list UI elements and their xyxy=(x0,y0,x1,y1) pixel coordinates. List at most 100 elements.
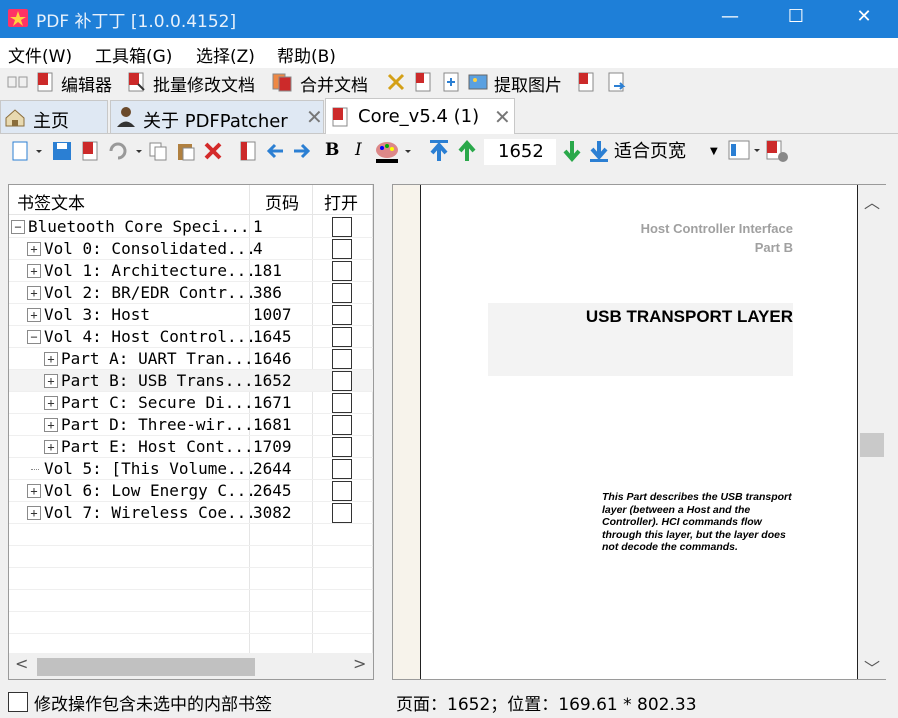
scroll-up-icon[interactable]: ︿ xyxy=(864,189,880,213)
pdf-editor-icon[interactable] xyxy=(35,72,55,92)
horizontal-scrollbar[interactable]: < > xyxy=(9,653,373,679)
bookmark-pdf-icon[interactable] xyxy=(238,141,258,161)
bookmark-page[interactable]: 181 xyxy=(253,261,282,280)
bookmark-row[interactable]: + Part A: UART Tran... 1646 xyxy=(9,348,373,370)
open-checkbox[interactable] xyxy=(332,481,352,501)
bold-button[interactable]: B xyxy=(325,140,339,160)
bookmark-page[interactable]: 1 xyxy=(253,217,263,236)
bookmark-page[interactable]: 2645 xyxy=(253,481,292,500)
save-as-pdf-icon[interactable] xyxy=(80,141,100,161)
bookmark-text[interactable]: Vol 4: Host Control... xyxy=(44,327,256,346)
menu-select[interactable]: 选择(Z) xyxy=(196,42,255,67)
bookmark-row[interactable]: + Vol 6: Low Energy C... 2645 xyxy=(9,480,373,502)
bookmark-page[interactable]: 1652 xyxy=(253,371,292,390)
expand-icon[interactable]: + xyxy=(27,264,41,278)
paste-icon[interactable] xyxy=(176,141,196,161)
pdf-page[interactable]: Host Controller Interface Part B USB TRA… xyxy=(422,185,858,679)
arrow-left-icon[interactable] xyxy=(265,141,285,161)
bookmark-page[interactable]: 386 xyxy=(253,283,282,302)
maximize-button[interactable]: ☐ xyxy=(763,0,829,34)
bookmark-text[interactable]: Vol 5: [This Volume... xyxy=(44,459,256,478)
include-unselected-checkbox[interactable] xyxy=(8,692,28,712)
tab-about[interactable]: 关于 PDFPatcher ✕ xyxy=(110,100,324,133)
view-options-icon[interactable] xyxy=(728,140,762,162)
italic-button[interactable]: I xyxy=(355,140,362,160)
open-checkbox[interactable] xyxy=(332,327,352,347)
bookmark-text[interactable]: Bluetooth Core Speci... xyxy=(28,217,250,236)
bookmark-row[interactable]: + Part C: Secure Di... 1671 xyxy=(9,392,373,414)
bookmark-page[interactable]: 3082 xyxy=(253,503,292,522)
open-checkbox[interactable] xyxy=(332,217,352,237)
merge-docs-button[interactable]: 合并文档 xyxy=(300,71,368,96)
bookmark-text[interactable]: Vol 6: Low Energy C... xyxy=(44,481,256,500)
column-header-page[interactable]: 页码 xyxy=(265,189,299,214)
expand-icon[interactable]: + xyxy=(44,418,58,432)
batch-edit-button[interactable]: 批量修改文档 xyxy=(153,71,255,96)
column-header-open[interactable]: 打开 xyxy=(324,189,358,214)
bookmark-text[interactable]: Part C: Secure Di... xyxy=(61,393,254,412)
expand-icon[interactable]: + xyxy=(27,286,41,300)
extract-images-icon[interactable] xyxy=(468,72,488,92)
bookmark-text[interactable]: Vol 0: Consolidated... xyxy=(44,239,256,258)
bookmark-row[interactable]: + Vol 3: Host 1007 xyxy=(9,304,373,326)
expand-icon[interactable]: + xyxy=(27,242,41,256)
open-checkbox[interactable] xyxy=(332,305,352,325)
move-to-top-icon[interactable] xyxy=(428,139,450,163)
bookmark-row[interactable]: + Part D: Three-wir... 1681 xyxy=(9,414,373,436)
bookmark-page[interactable]: 1709 xyxy=(253,437,292,456)
bookmark-page[interactable]: 4 xyxy=(253,239,263,258)
open-checkbox[interactable] xyxy=(332,415,352,435)
bookmark-text[interactable]: Part B: USB Trans... xyxy=(61,371,254,390)
bookmark-tree[interactable]: 书签文本 页码 打开 − Bluetooth Core Speci... 1 + Vol… xyxy=(8,184,374,680)
bookmark-page[interactable]: 1681 xyxy=(253,415,292,434)
delete-icon[interactable] xyxy=(203,141,223,161)
bookmark-page[interactable]: 1007 xyxy=(253,305,292,324)
minimize-button[interactable]: — xyxy=(697,0,763,34)
bookmark-text[interactable]: Part E: Host Cont... xyxy=(61,437,254,456)
bookmark-row[interactable]: − Bluetooth Core Speci... 1 xyxy=(9,216,373,238)
expand-icon[interactable]: + xyxy=(27,506,41,520)
scrollbar-thumb[interactable] xyxy=(37,658,255,676)
undo-icon[interactable] xyxy=(106,141,142,161)
page-number-input[interactable]: 1652 xyxy=(484,139,556,165)
ocr-icon[interactable] xyxy=(386,72,406,92)
bookmark-row[interactable]: + Vol 2: BR/EDR Contr... 386 xyxy=(9,282,373,304)
open-checkbox[interactable] xyxy=(332,371,352,391)
arrow-right-icon[interactable] xyxy=(292,141,312,161)
expand-icon[interactable]: + xyxy=(27,308,41,322)
bookmark-row[interactable]: + Part B: USB Trans... 1652 xyxy=(9,370,373,392)
bookmark-text[interactable]: Part D: Three-wir... xyxy=(61,415,254,434)
new-doc-icon[interactable] xyxy=(12,141,42,161)
merge-docs-icon[interactable] xyxy=(272,72,292,92)
scroll-down-icon[interactable]: ﹀ xyxy=(864,655,880,679)
expand-icon[interactable]: + xyxy=(44,396,58,410)
expand-icon[interactable]: + xyxy=(44,440,58,454)
bookmark-text[interactable]: Vol 2: BR/EDR Contr... xyxy=(44,283,256,302)
pdf-export-icon[interactable] xyxy=(606,72,626,92)
bookmark-page[interactable]: 1645 xyxy=(253,327,292,346)
move-up-icon[interactable] xyxy=(457,139,477,163)
pdf-viewer[interactable]: Host Controller Interface Part B USB TRA… xyxy=(392,184,886,680)
menu-file[interactable]: 文件(W) xyxy=(8,42,72,67)
editor-button[interactable]: 编辑器 xyxy=(61,71,112,96)
collapse-icon[interactable]: − xyxy=(11,220,25,234)
bookmark-text[interactable]: Vol 7: Wireless Coe... xyxy=(44,503,256,522)
menu-tools[interactable]: 工具箱(G) xyxy=(95,42,172,67)
collapse-icon[interactable]: − xyxy=(27,330,41,344)
copy-icon[interactable] xyxy=(148,141,168,161)
pdf-settings-icon[interactable] xyxy=(765,140,791,164)
tab-core-document[interactable]: Core_v5.4 (1) ✕ xyxy=(325,98,515,134)
bookmark-row[interactable]: Vol 5: [This Volume... 2644 xyxy=(9,458,373,480)
color-picker-icon[interactable] xyxy=(374,140,414,164)
tab-core-close-icon[interactable]: ✕ xyxy=(494,105,511,129)
pdf-convert-icon[interactable] xyxy=(576,72,596,92)
save-icon[interactable] xyxy=(52,141,72,161)
bookmark-row[interactable]: + Vol 1: Architecture... 181 xyxy=(9,260,373,282)
open-checkbox[interactable] xyxy=(332,261,352,281)
open-checkbox[interactable] xyxy=(332,393,352,413)
open-checkbox[interactable] xyxy=(332,283,352,303)
bookmark-row[interactable]: + Part E: Host Cont... 1709 xyxy=(9,436,373,458)
batch-edit-icon[interactable] xyxy=(126,72,146,92)
open-checkbox[interactable] xyxy=(332,239,352,259)
scrollbar-thumb[interactable] xyxy=(860,433,884,457)
